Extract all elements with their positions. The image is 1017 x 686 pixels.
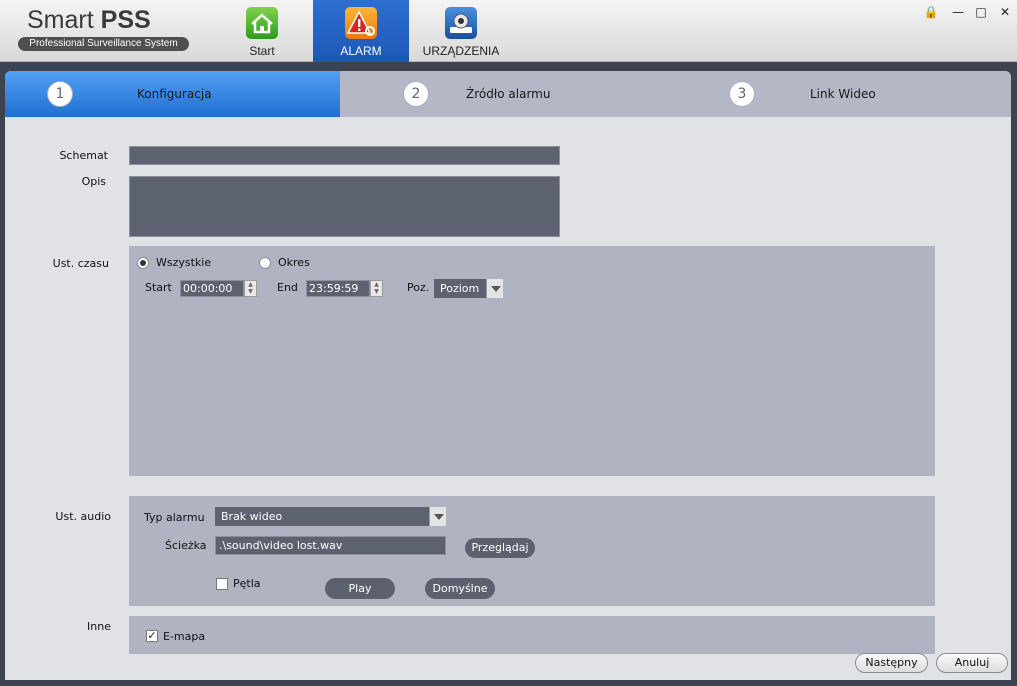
start-time-input[interactable]: 00:00:00: [180, 280, 244, 297]
emap-label: E-mapa: [163, 630, 206, 643]
opis-label: Opis: [81, 175, 106, 188]
audio-settings-box: Typ alarmu Brak wideo Ścieżka .\sound\vi…: [129, 496, 935, 606]
tab-devices[interactable]: URZĄDZENIA: [413, 0, 509, 62]
chevron-down-icon: [486, 279, 503, 298]
radio-period-label: Okres: [278, 256, 310, 269]
tab-start-label: Start: [249, 44, 275, 58]
start-time-spinner[interactable]: ▲ ▼: [244, 280, 257, 297]
step-1-number: 1: [47, 81, 73, 107]
app-logo: Smart PSS: [27, 6, 151, 35]
time-settings-label: Ust. czasu: [52, 257, 109, 270]
time-settings-box: Wszystkie Okres Start 00:00:00 ▲ ▼ End 23…: [129, 246, 935, 476]
app-subtitle: Professional Surveillance System: [18, 37, 189, 51]
start-label: Start: [145, 281, 172, 294]
step-configuration[interactable]: 1 Konfiguracja: [5, 71, 340, 117]
step-3-label: Link Wideo: [810, 87, 876, 101]
step-3-number: 3: [729, 81, 755, 107]
audio-settings-label: Ust. audio: [55, 510, 111, 523]
end-time-input[interactable]: 23:59:59: [306, 280, 370, 297]
wizard-steps: 1 Konfiguracja 2 Źródło alarmu 3 Link Wi…: [5, 71, 1011, 117]
alarm-type-select[interactable]: Brak wideo: [215, 507, 446, 526]
other-label: Inne: [87, 620, 111, 633]
browse-button[interactable]: Przeglądaj: [465, 538, 535, 558]
loop-label: Pętla: [233, 577, 261, 590]
app-title-bold: PSS: [100, 6, 151, 34]
play-button[interactable]: Play: [325, 578, 395, 599]
step-2-number: 2: [403, 81, 429, 107]
step-2-label: Źródło alarmu: [466, 87, 551, 101]
poz-select[interactable]: Poziom: [434, 279, 503, 298]
cancel-button[interactable]: Anuluj: [936, 653, 1008, 673]
step-1-label: Konfiguracja: [137, 87, 212, 101]
poz-label: Poz.: [407, 281, 430, 294]
default-button[interactable]: Domyślne: [425, 578, 495, 599]
tab-alarm-label: ALARM: [340, 44, 382, 58]
main-panel: 1 Konfiguracja 2 Źródło alarmu 3 Link Wi…: [5, 71, 1011, 680]
maximize-button[interactable]: □: [973, 5, 989, 19]
tab-alarm[interactable]: ALARM: [313, 0, 409, 62]
poz-select-value: Poziom: [440, 282, 480, 295]
minimize-button[interactable]: —: [950, 5, 966, 19]
emap-checkbox[interactable]: ✓: [146, 630, 158, 642]
end-time-spinner[interactable]: ▲ ▼: [370, 280, 383, 297]
schemat-label: Schemat: [59, 149, 108, 162]
radio-period[interactable]: [259, 257, 271, 269]
path-label: Ścieżka: [165, 539, 207, 552]
step-alarm-source[interactable]: 2 Źródło alarmu: [340, 71, 676, 117]
opis-textarea[interactable]: [129, 176, 560, 237]
radio-all-label: Wszystkie: [156, 256, 212, 269]
home-icon: [246, 7, 278, 39]
close-button[interactable]: ✕: [997, 5, 1013, 19]
alarm-type-value: Brak wideo: [221, 510, 283, 523]
other-box: ✓ E-mapa: [129, 616, 935, 654]
chevron-down-icon: [429, 507, 446, 526]
radio-all[interactable]: [137, 257, 149, 269]
lock-icon[interactable]: 🔒: [923, 5, 939, 19]
tab-start[interactable]: Start: [214, 0, 310, 62]
end-label: End: [277, 281, 298, 294]
alarm-type-label: Typ alarmu: [144, 511, 205, 524]
loop-checkbox[interactable]: [216, 578, 228, 590]
schemat-input[interactable]: [129, 146, 560, 165]
title-bar: Smart PSS Professional Surveillance Syst…: [0, 0, 1017, 62]
path-input[interactable]: .\sound\video lost.wav: [215, 536, 446, 555]
next-button[interactable]: Następny: [855, 653, 928, 673]
alarm-icon: [345, 7, 377, 39]
app-title-prefix: Smart: [27, 6, 94, 34]
tab-devices-label: URZĄDZENIA: [422, 44, 500, 58]
device-icon: [445, 7, 477, 39]
step-video-link[interactable]: 3 Link Wideo: [676, 71, 1011, 117]
